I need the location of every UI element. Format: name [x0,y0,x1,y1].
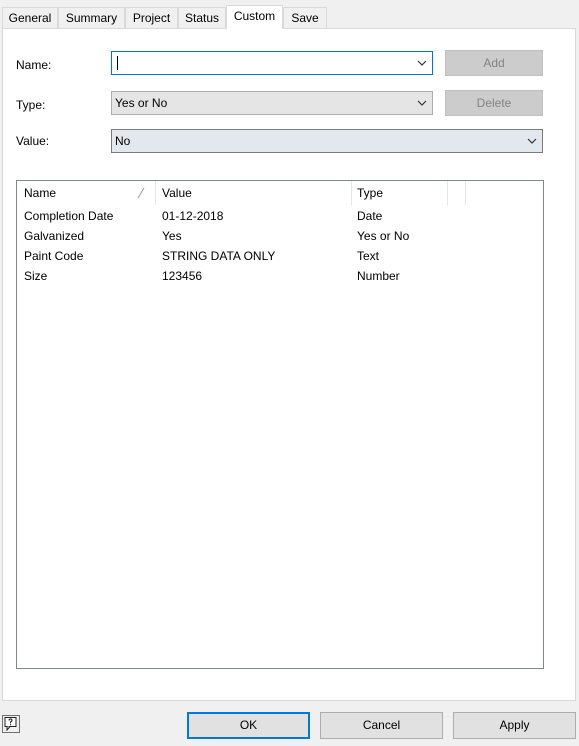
column-divider[interactable] [465,181,466,205]
custom-tab-panel: Name: Add Type: Yes or No Delete Value: … [2,28,576,701]
list-item[interactable]: Paint Code STRING DATA ONLY Text [17,249,543,269]
row-name: Galvanized [24,229,85,243]
column-header-name[interactable]: Name [24,186,56,200]
row-value: STRING DATA ONLY [162,249,276,263]
list-header: Name Value Type [17,181,543,205]
value-label: Value: [16,134,50,148]
row-type: Number [357,269,400,283]
apply-button[interactable]: Apply [453,712,576,739]
cancel-button[interactable]: Cancel [320,712,443,739]
tab-save[interactable]: Save [283,7,327,29]
tab-summary[interactable]: Summary [58,7,125,29]
tab-general[interactable]: General [2,7,58,29]
dialog-footer: OK Cancel Apply [0,701,579,746]
ok-button[interactable]: OK [187,712,310,739]
name-label: Name: [16,58,52,72]
row-value: 01-12-2018 [162,209,224,223]
help-button[interactable] [2,715,20,733]
list-item[interactable]: Completion Date 01-12-2018 Date [17,209,543,229]
row-value: Yes [162,229,182,243]
row-type: Text [357,249,380,263]
chevron-down-icon[interactable] [526,135,538,147]
column-divider[interactable] [351,181,352,205]
row-name: Completion Date [24,209,114,223]
type-label: Type: [16,98,46,112]
value-dropdown[interactable]: No [111,129,543,153]
type-dropdown[interactable]: Yes or No [111,91,433,115]
name-combobox[interactable] [111,51,433,75]
row-type: Yes or No [357,229,410,243]
column-header-type[interactable]: Type [357,186,383,200]
row-name: Paint Code [24,249,84,263]
tab-status[interactable]: Status [178,7,226,29]
list-item[interactable]: Galvanized Yes Yes or No [17,229,543,249]
chevron-down-icon[interactable] [416,97,428,109]
row-type: Date [357,209,383,223]
tab-project[interactable]: Project [125,7,178,29]
custom-properties-list[interactable]: Name Value Type Completion Date 01-12-20… [16,180,544,669]
column-header-value[interactable]: Value [162,186,192,200]
value-dropdown-value: No [115,134,131,148]
tab-custom[interactable]: Custom [226,5,283,29]
row-name: Size [24,269,48,283]
sort-indicator-icon [137,187,145,199]
add-button[interactable]: Add [445,50,543,76]
chevron-down-icon[interactable] [416,57,428,69]
row-value: 123456 [162,269,203,283]
list-item[interactable]: Size 123456 Number [17,269,543,289]
help-question-icon [4,717,17,732]
column-divider[interactable] [155,181,156,205]
delete-button[interactable]: Delete [445,90,543,116]
type-dropdown-value: Yes or No [115,96,168,110]
text-caret [117,56,118,70]
column-divider[interactable] [447,181,448,205]
